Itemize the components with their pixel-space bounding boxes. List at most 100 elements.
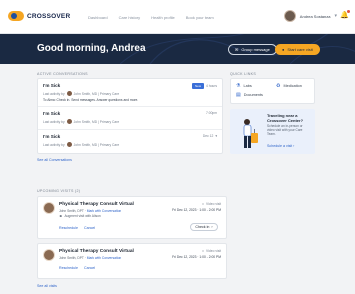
conversation-title: I'm Sick <box>43 111 61 116</box>
visit-title: Physical Therapy Consult Virtual <box>59 202 134 207</box>
see-all-visits-link[interactable]: See all visits <box>37 284 57 288</box>
group-message-label: Group message <box>241 47 270 52</box>
logo-mark-icon <box>8 11 24 21</box>
traveler-illustration <box>243 119 258 148</box>
check-in-label: Check in <box>195 225 210 229</box>
conversation-time-group: 7:00pm <box>206 111 217 115</box>
quick-link-label: Documents <box>243 93 263 97</box>
video-icon: □ <box>202 249 205 253</box>
visit-provider-name: John Smith, DPT · <box>59 209 87 213</box>
medication-icon: ♻ <box>276 83 281 89</box>
quick-link-label: Labs <box>243 84 252 88</box>
check-in-button[interactable]: Check in › <box>190 223 218 231</box>
quick-link-label: Medication <box>283 84 302 88</box>
quick-link-labs[interactable]: ⚗ Labs <box>236 83 268 89</box>
documents-icon: ▤ <box>236 92 241 98</box>
visit-provider: John Smith, DPT · Mark with Conversation <box>59 209 121 213</box>
conversation-provider: John Smith, MD | Primary Care <box>73 119 120 124</box>
promo-title: Traveling near a Crossover Center? <box>267 113 304 123</box>
greeting-title: Good morning, Andrea <box>37 43 146 54</box>
user-menu[interactable]: Andrea Sostanza ▾ <box>283 10 337 22</box>
visit-type: □ Video visit <box>202 249 221 253</box>
visit-actions: Reschedule Cancel <box>59 266 95 270</box>
conversation-time-group: New 4 hours <box>191 83 217 89</box>
reschedule-link[interactable]: Reschedule <box>59 266 78 270</box>
provider-avatar <box>66 91 72 96</box>
conversation-provider: John Smith, MD | Primary Care <box>73 91 120 96</box>
conversations-list: I'm Sick Last activity by John Smith, MD… <box>37 78 223 154</box>
visit-actions: Reschedule Cancel <box>59 226 95 230</box>
person-icon: ☻ <box>59 214 63 218</box>
video-icon: □ <box>202 202 205 206</box>
crossover-logo[interactable]: CROSSOVER <box>8 11 70 21</box>
start-care-visit-button[interactable]: ● Start care visit <box>275 44 320 55</box>
conversation-row[interactable]: I'm Sick Last activity by John Smith, MD… <box>38 107 222 130</box>
conversation-row[interactable]: I'm Sick Last activity by John Smith, MD… <box>38 79 222 107</box>
chevron-down-icon: ▾ <box>215 134 217 138</box>
visit-card[interactable]: Physical Therapy Consult Virtual John Sm… <box>37 196 227 239</box>
quick-links-section-label: QUICK LINKS <box>230 72 257 76</box>
promo-body: Schedule an in-person or video visit wit… <box>267 124 303 137</box>
provider-avatar <box>66 119 72 124</box>
group-message-button[interactable]: ✉ Group message <box>228 44 277 55</box>
conversation-meta: Last activity by John Smith, MD | Primar… <box>43 91 217 96</box>
conversation-title: I'm Sick <box>43 83 61 88</box>
conversation-time-group: Dec 12 ▾ <box>203 134 217 138</box>
provider-avatar <box>43 249 55 261</box>
see-all-conversations-link[interactable]: See all Conversations <box>37 158 72 162</box>
visit-guest: ☻ Augment visit with Alison <box>59 214 101 218</box>
notification-dot <box>347 10 350 13</box>
schedule-visit-label: Schedule a visit <box>267 144 293 148</box>
conversation-meta: Last activity by John Smith, MD | Primar… <box>43 142 217 147</box>
conversation-row[interactable]: I'm Sick Last activity by John Smith, MD… <box>38 130 222 153</box>
nav-link-health-profile[interactable]: Health profile <box>151 15 175 20</box>
visit-guest-label: Augment visit with Alison <box>64 214 101 218</box>
quick-links: ⚗ Labs ♻ Medication ▤ Documents <box>236 83 309 98</box>
visit-card[interactable]: Physical Therapy Consult Virtual John Sm… <box>37 243 227 279</box>
logo-text: CROSSOVER <box>27 12 71 20</box>
conversation-meta-label: Last activity by <box>43 91 65 96</box>
video-icon: ● <box>282 47 285 52</box>
visit-conversation-link[interactable]: Mark with Conversation <box>87 256 121 260</box>
chevron-right-icon: › <box>211 225 213 229</box>
conversation-meta-label: Last activity by <box>43 119 65 124</box>
visit-provider: John Smith, DPT · Mark with Conversation <box>59 256 121 260</box>
start-care-visit-label: Start care visit <box>287 47 313 52</box>
quick-link-documents[interactable]: ▤ Documents <box>236 92 268 98</box>
hero-banner: Good morning, Andrea ✉ Group message ● S… <box>0 34 355 64</box>
reschedule-link[interactable]: Reschedule <box>59 226 78 230</box>
top-nav: CROSSOVER Dashboard Care history Health … <box>0 0 355 34</box>
visit-date: Fri Dec 12, 2023 · 1:00 - 2:00 PM <box>172 255 221 259</box>
visit-conversation-link[interactable]: Mark with Conversation <box>87 209 121 213</box>
cancel-link[interactable]: Cancel <box>84 266 95 270</box>
visit-title: Physical Therapy Consult Virtual <box>59 249 134 254</box>
conversation-provider: John Smith, MD | Primary Care <box>73 142 120 147</box>
message-icon: ✉ <box>235 47 239 52</box>
conversation-snippet: To Alma: Check in. Send messages. Answer… <box>43 98 139 102</box>
upcoming-section-label: UPCOMING VISITS (2) <box>37 189 81 193</box>
nav-link-book-team[interactable]: Book your team <box>186 15 214 20</box>
travel-promo-card: Traveling near a Crossover Center? Sched… <box>230 109 315 154</box>
schedule-visit-link[interactable]: Schedule a visit › <box>267 144 294 148</box>
labs-icon: ⚗ <box>236 83 241 89</box>
nav-link-care-history[interactable]: Care history <box>119 15 141 20</box>
provider-avatar <box>66 142 72 147</box>
new-badge: New <box>191 83 204 89</box>
conversations-section-label: ACTIVE CONVERSATIONS <box>37 72 88 76</box>
chevron-down-icon: ▾ <box>334 13 337 19</box>
visit-type-label: Video visit <box>206 249 221 253</box>
conversation-time: 7:00pm <box>206 111 217 115</box>
conversation-meta: Last activity by John Smith, MD | Primar… <box>43 119 217 124</box>
visit-type-label: Video visit <box>206 202 221 206</box>
user-avatar <box>283 10 296 22</box>
visit-provider-name: John Smith, DPT · <box>59 256 87 260</box>
cancel-link[interactable]: Cancel <box>84 226 95 230</box>
user-name: Andrea Sostanza <box>299 13 331 19</box>
provider-avatar <box>43 202 55 214</box>
quick-link-medication[interactable]: ♻ Medication <box>276 83 308 89</box>
visit-date: Fri Dec 12, 2023 · 1:00 - 2:00 PM <box>172 208 221 212</box>
nav-link-dashboard[interactable]: Dashboard <box>88 15 108 20</box>
nav-links: Dashboard Care history Health profile Bo… <box>88 15 214 20</box>
visit-type: □ Video visit <box>202 202 221 206</box>
conversation-time: 4 hours <box>206 84 217 88</box>
